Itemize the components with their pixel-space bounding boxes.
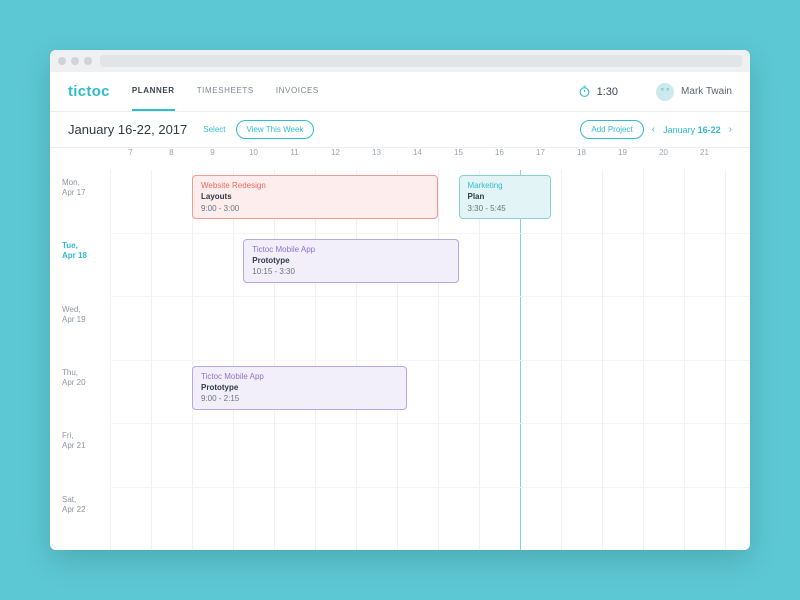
minimize-icon[interactable]: [71, 57, 79, 65]
prev-week-icon[interactable]: ‹: [652, 124, 655, 135]
user-menu[interactable]: ° ° Mark Twain: [656, 83, 732, 101]
day-labels: Mon,Apr 17Tue,Apr 18Wed,Apr 19Thu,Apr 20…: [50, 148, 110, 550]
hour-header: 789101112131415161718192021: [110, 148, 750, 170]
event-block[interactable]: MarketingPlan 3:30 - 5:45: [459, 175, 551, 219]
tab-timesheets[interactable]: TIMESHEETS: [197, 72, 254, 111]
event-task: Prototype: [201, 383, 398, 393]
event-project: Tictoc Mobile App: [252, 245, 449, 255]
day-row[interactable]: [110, 487, 750, 551]
day-label[interactable]: Mon,Apr 17: [50, 170, 110, 233]
event-time: 9:00 - 2:15: [201, 394, 398, 404]
event-block[interactable]: Tictoc Mobile AppPrototype9:00 - 2:15: [192, 366, 407, 410]
tab-invoices[interactable]: INVOICES: [276, 72, 319, 111]
window-titlebar: [50, 50, 750, 72]
event-block[interactable]: Website RedesignLayouts 9:00 - 3:00: [192, 175, 438, 219]
user-name: Mark Twain: [681, 86, 732, 97]
view-this-week-button[interactable]: View This Week: [236, 120, 315, 139]
day-label[interactable]: Fri,Apr 21: [50, 423, 110, 486]
browser-window: tictoc PLANNER TIMESHEETS INVOICES 1:30 ° …: [50, 50, 750, 550]
timer-value: 1:30: [597, 86, 618, 98]
day-row[interactable]: Tictoc Mobile AppPrototype9:00 - 2:15: [110, 360, 750, 424]
day-label[interactable]: Tue,Apr 18: [50, 233, 110, 296]
day-label[interactable]: Wed,Apr 19: [50, 297, 110, 360]
app-nav: tictoc PLANNER TIMESHEETS INVOICES 1:30 ° …: [50, 72, 750, 112]
event-task: Layouts: [201, 192, 429, 202]
stopwatch-icon: [578, 85, 591, 98]
next-week-icon[interactable]: ›: [729, 124, 732, 135]
maximize-icon[interactable]: [84, 57, 92, 65]
url-bar[interactable]: [100, 55, 742, 67]
event-time: 3:30 - 5:45: [468, 204, 542, 214]
event-block[interactable]: Tictoc Mobile AppPrototype10:15 - 3:30: [243, 239, 458, 283]
brand-logo[interactable]: tictoc: [68, 83, 110, 100]
subheader: January 16-22, 2017 Select View This Wee…: [50, 112, 750, 148]
avatar: ° °: [656, 83, 674, 101]
date-range-title: January 16-22, 2017: [68, 122, 187, 137]
window-controls[interactable]: [58, 57, 92, 65]
event-time: 9:00 - 3:00: [201, 204, 429, 214]
day-row[interactable]: [110, 296, 750, 360]
planner-grid: Mon,Apr 17Tue,Apr 18Wed,Apr 19Thu,Apr 20…: [50, 148, 750, 550]
event-time: 10:15 - 3:30: [252, 267, 449, 277]
day-row[interactable]: Tictoc Mobile AppPrototype10:15 - 3:30: [110, 233, 750, 297]
day-label[interactable]: Thu,Apr 20: [50, 360, 110, 423]
timer[interactable]: 1:30: [578, 85, 618, 98]
tab-planner[interactable]: PLANNER: [132, 72, 175, 111]
planner-rows: Website RedesignLayouts 9:00 - 3:00 Market…: [110, 170, 750, 550]
week-nav-label[interactable]: January 16-22: [663, 125, 721, 135]
day-row[interactable]: [110, 423, 750, 487]
day-label[interactable]: Sat,Apr 22: [50, 487, 110, 550]
close-icon[interactable]: [58, 57, 66, 65]
event-task: Prototype: [252, 256, 449, 266]
event-project: Tictoc Mobile App: [201, 372, 398, 382]
event-project: Marketing: [468, 181, 542, 191]
event-task: Plan: [468, 192, 542, 202]
add-project-button[interactable]: Add Project: [580, 120, 643, 139]
select-link[interactable]: Select: [203, 125, 225, 134]
nav-tabs: PLANNER TIMESHEETS INVOICES: [132, 72, 319, 111]
day-row[interactable]: Website RedesignLayouts 9:00 - 3:00 Market…: [110, 170, 750, 233]
event-project: Website Redesign: [201, 181, 429, 191]
